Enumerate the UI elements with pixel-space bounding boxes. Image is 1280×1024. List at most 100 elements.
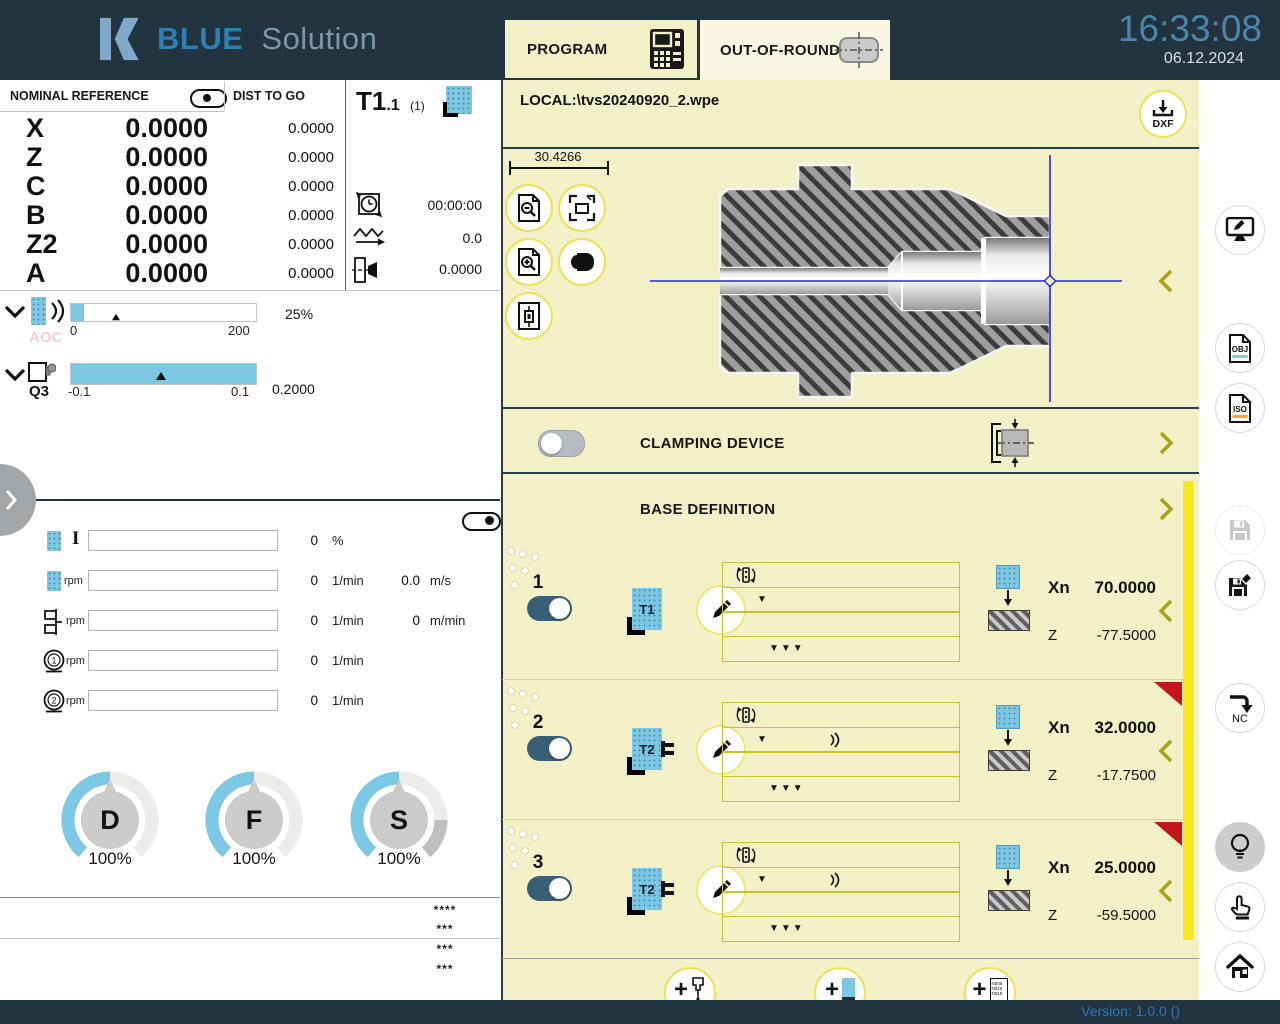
- tab-out-of-round[interactable]: OUT-OF-ROUND: [700, 20, 890, 80]
- tool-name: T1: [356, 86, 386, 116]
- brand-logo: BLUE Solution: [100, 16, 377, 62]
- toggle-knob: [549, 738, 570, 759]
- iso-label: ISO: [1233, 405, 1247, 414]
- toggle-dot: [485, 516, 494, 525]
- help-hints-button[interactable]: [1215, 822, 1265, 872]
- clamping-device-label: CLAMPING DEVICE: [640, 435, 785, 452]
- save-button[interactable]: [1215, 505, 1265, 555]
- aoc-slider-marker: [112, 314, 120, 320]
- param-box-direction[interactable]: ▼: [722, 867, 960, 893]
- sound-waves-icon: [49, 299, 67, 323]
- base-row-1-tool[interactable]: T1: [632, 588, 662, 630]
- save-as-button[interactable]: [1215, 560, 1265, 610]
- home-button[interactable]: [1215, 942, 1265, 992]
- base-row-2-tool[interactable]: T2: [632, 728, 662, 770]
- svg-text:1: 1: [51, 656, 56, 666]
- edit-screen-button[interactable]: [1215, 205, 1265, 255]
- row-divider: [502, 819, 1183, 820]
- param-box-steps[interactable]: ▼▼▼: [722, 636, 960, 662]
- nominal-actual-toggle[interactable]: [190, 89, 227, 108]
- obj-file-button[interactable]: OBJ: [1215, 323, 1265, 373]
- status-divider: [0, 897, 500, 898]
- tab-program[interactable]: PROGRAM: [505, 20, 697, 78]
- touch-hand-icon: [1228, 894, 1252, 920]
- touch-mode-button[interactable]: [1215, 882, 1265, 932]
- base-row-3-toggle[interactable]: [527, 876, 572, 901]
- chevron-right-icon: [4, 488, 18, 512]
- nc-label: NC: [1232, 713, 1248, 723]
- base-definition-scrollbar[interactable]: [1183, 481, 1194, 940]
- base-row-3-tool[interactable]: T2: [632, 868, 662, 910]
- axis-row: B 0.0000 0.0000: [0, 201, 345, 230]
- axis-dist-value: 0.0000: [236, 143, 334, 172]
- dist-to-go-header: DIST TO GO: [233, 89, 305, 103]
- base-row-1-toggle[interactable]: [527, 596, 572, 621]
- tool-icon: [446, 86, 472, 114]
- probe-tool-icon: [996, 705, 1020, 729]
- param-box-empty[interactable]: [722, 611, 960, 637]
- param-box-steps[interactable]: ▼▼▼: [722, 776, 960, 802]
- axis-row: X 0.0000 0.0000: [0, 114, 345, 143]
- program-file-path: LOCAL:\tvs20240920_2.wpe: [520, 92, 719, 109]
- nc-line: N015: [992, 991, 1006, 996]
- manual-row-value: 0: [218, 693, 318, 708]
- iso-file-icon: ISO: [1228, 394, 1252, 423]
- flyout-handle[interactable]: [0, 464, 36, 536]
- status-line: ***: [410, 922, 480, 936]
- z-value: -77.5000: [1070, 627, 1156, 644]
- rotary-axis-icon: [733, 845, 759, 865]
- clock-time: 16:33:08: [1022, 8, 1262, 50]
- offset-value: 0.0000: [382, 261, 482, 277]
- clock-date: 06.12.2024: [1022, 50, 1244, 68]
- axis-dist-value: 0.0000: [236, 259, 334, 288]
- rotary-axis-icon: [733, 705, 759, 725]
- param-box-rotation[interactable]: [722, 842, 960, 868]
- base-row-2-collapse-icon[interactable]: [1158, 738, 1174, 764]
- chevron-down-icon[interactable]: [4, 368, 26, 382]
- machine-control-screen: BLUE Solution 16:33:08 06.12.2024 PROGRA…: [0, 0, 1280, 1024]
- aoc-label: AOC: [29, 329, 62, 346]
- spindle-icon: [47, 571, 61, 591]
- manual-panel-toggle[interactable]: [462, 512, 501, 531]
- q3-slider[interactable]: [70, 363, 257, 385]
- coolant-icon: [47, 531, 61, 551]
- param-box-steps[interactable]: ▼▼▼: [722, 916, 960, 942]
- axis-nominal-value: 0.0000: [52, 172, 208, 201]
- z-label: Z: [1048, 627, 1057, 644]
- base-row-index: 1: [524, 572, 552, 594]
- axis-nominal-value: 0.0000: [52, 143, 208, 172]
- base-row-2-toggle[interactable]: [527, 736, 572, 761]
- tool-count: (1): [410, 99, 425, 113]
- axis-row: A 0.0000 0.0000: [0, 259, 345, 288]
- gauge-value: 100%: [344, 849, 454, 869]
- clamping-device-toggle[interactable]: [538, 430, 585, 457]
- param-box-direction[interactable]: ▼: [722, 727, 960, 753]
- tool-chip-label: T2: [639, 742, 654, 757]
- toggle-dot: [203, 94, 211, 102]
- param-box-empty[interactable]: [722, 891, 960, 917]
- nominal-reference-header: NOMINAL REFERENCE: [10, 89, 149, 103]
- home-icon: [1226, 954, 1254, 980]
- collapse-left-icon[interactable]: [1158, 268, 1174, 294]
- clamping-expand-icon[interactable]: [1158, 430, 1174, 456]
- param-box-direction[interactable]: ▼: [722, 587, 960, 613]
- brand-name-bold: BLUE: [157, 21, 243, 57]
- aoc-slider[interactable]: [70, 303, 257, 322]
- chevron-down-icon[interactable]: [4, 305, 26, 319]
- param-box-empty[interactable]: [722, 751, 960, 777]
- param-box-rotation[interactable]: [722, 702, 960, 728]
- dxf-label: DXF: [1153, 118, 1174, 130]
- base-row-1-collapse-icon[interactable]: [1158, 598, 1174, 624]
- base-definition-expand-icon[interactable]: [1158, 496, 1174, 522]
- param-box-rotation[interactable]: [722, 562, 960, 588]
- q3-quill-icon: [28, 360, 56, 384]
- nc-transfer-button[interactable]: NC: [1215, 683, 1265, 733]
- panel-divider: [0, 499, 500, 501]
- dxf-export-button[interactable]: DXF: [1139, 90, 1187, 138]
- iso-file-button[interactable]: ISO: [1215, 383, 1265, 433]
- feed-value: 0.0: [382, 230, 482, 246]
- axis-row: C 0.0000 0.0000: [0, 172, 345, 201]
- base-row-3-collapse-icon[interactable]: [1158, 878, 1174, 904]
- tool-icon: [842, 978, 855, 1001]
- xn-label: Xn: [1048, 858, 1070, 878]
